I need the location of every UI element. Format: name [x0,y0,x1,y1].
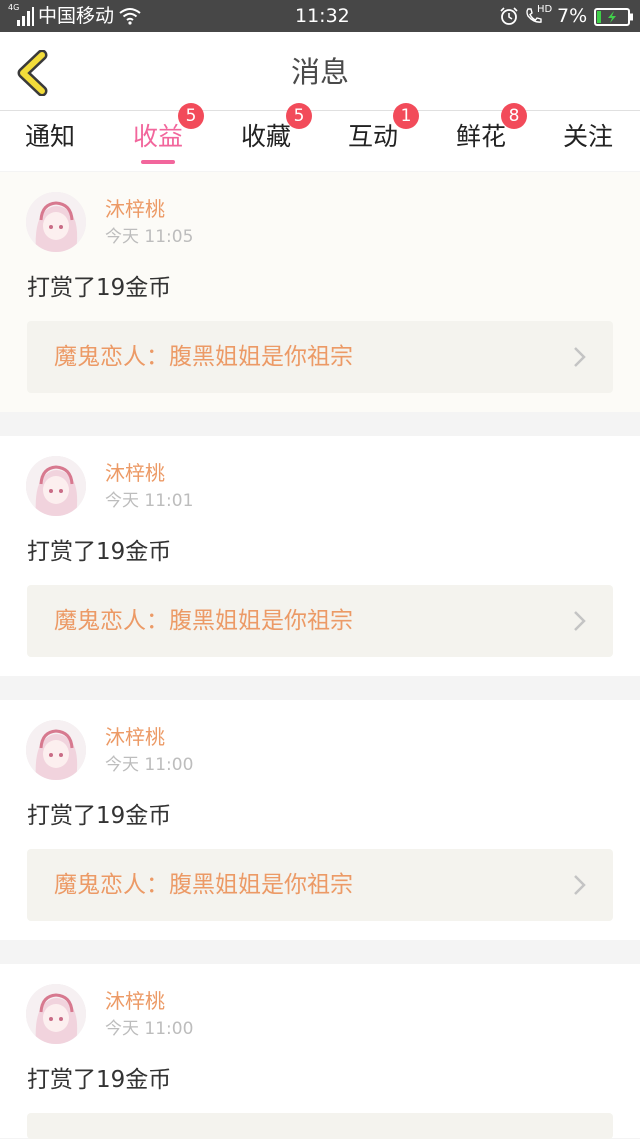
unread-badge: 5 [286,103,312,129]
tab-follows[interactable]: 关注 [538,111,638,171]
unread-badge: 1 [393,103,419,129]
message-text: 打赏了19金币 [27,275,172,301]
chevron-right-icon [574,875,586,895]
book-title: 魔鬼恋人：腹黑姐姐是你祖宗 [54,872,353,898]
book-link[interactable] [27,1113,613,1139]
message-card: 沐梓桃 今天 11:00 打赏了19金币 魔鬼恋人：腹黑姐姐是你祖宗 [0,700,640,940]
tab-favorites[interactable]: 收藏 5 [216,103,316,171]
avatar[interactable] [26,192,86,252]
tab-label: 收益 [132,122,183,151]
page-title: 消息 [290,55,349,89]
tab-label: 互动 [347,122,398,151]
tab-notifications[interactable]: 通知 [0,111,100,171]
user-name[interactable]: 沐梓桃 [105,460,165,486]
message-card: 沐梓桃 今天 11:01 打赏了19金币 魔鬼恋人：腹黑姐姐是你祖宗 [0,436,640,676]
tab-label: 收藏 [240,122,291,151]
tab-label: 通知 [24,122,75,151]
tab-bar: 通知 收益 5 收藏 5 互动 1 鲜花 8 关注 [0,103,640,171]
avatar-image [26,456,86,516]
message-card: 沐梓桃 今天 11:05 打赏了19金币 魔鬼恋人：腹黑姐姐是你祖宗 [0,172,640,412]
avatar[interactable] [26,984,86,1044]
message-time: 今天 11:01 [105,491,194,511]
status-time: 11:32 [295,5,350,27]
message-time: 今天 11:00 [105,755,194,775]
active-tab-indicator [141,160,175,164]
hd-label: HD [537,4,553,15]
book-link[interactable]: 魔鬼恋人：腹黑姐姐是你祖宗 [27,585,613,657]
user-name[interactable]: 沐梓桃 [105,196,165,222]
avatar-image [26,192,86,252]
message-card: 沐梓桃 今天 11:00 打赏了19金币 [0,964,640,1139]
avatar-image [26,984,86,1044]
wifi-icon [119,8,141,25]
tab-earnings[interactable]: 收益 5 [108,103,208,171]
carrier-name: 中国移动 [38,5,115,27]
user-name[interactable]: 沐梓桃 [105,988,165,1014]
book-link[interactable]: 魔鬼恋人：腹黑姐姐是你祖宗 [27,849,613,921]
avatar[interactable] [26,456,86,516]
tab-label: 关注 [562,122,613,151]
tab-interactions[interactable]: 互动 1 [323,103,423,171]
book-title: 魔鬼恋人：腹黑姐姐是你祖宗 [54,608,353,634]
signal-icon [17,7,34,26]
avatar-image [26,720,86,780]
status-bar: 4G 中国移动 11:32 HD 7% [0,0,640,32]
book-title: 魔鬼恋人：腹黑姐姐是你祖宗 [54,344,353,370]
header: 消息 [0,32,640,111]
chevron-right-icon [574,347,586,367]
message-time: 今天 11:05 [105,227,194,247]
unread-badge: 8 [501,103,527,129]
tab-flowers[interactable]: 鲜花 8 [431,103,531,171]
alarm-icon [500,7,518,25]
tab-label: 鲜花 [455,122,506,151]
message-text: 打赏了19金币 [27,1067,172,1093]
user-name[interactable]: 沐梓桃 [105,724,165,750]
unread-badge: 5 [178,103,204,129]
book-link[interactable]: 魔鬼恋人：腹黑姐姐是你祖宗 [27,321,613,393]
message-text: 打赏了19金币 [27,539,172,565]
battery-charging-icon [594,8,633,26]
message-text: 打赏了19金币 [27,803,172,829]
avatar[interactable] [26,720,86,780]
chevron-right-icon [574,611,586,631]
battery-percent: 7% [557,5,588,27]
message-time: 今天 11:00 [105,1019,194,1039]
